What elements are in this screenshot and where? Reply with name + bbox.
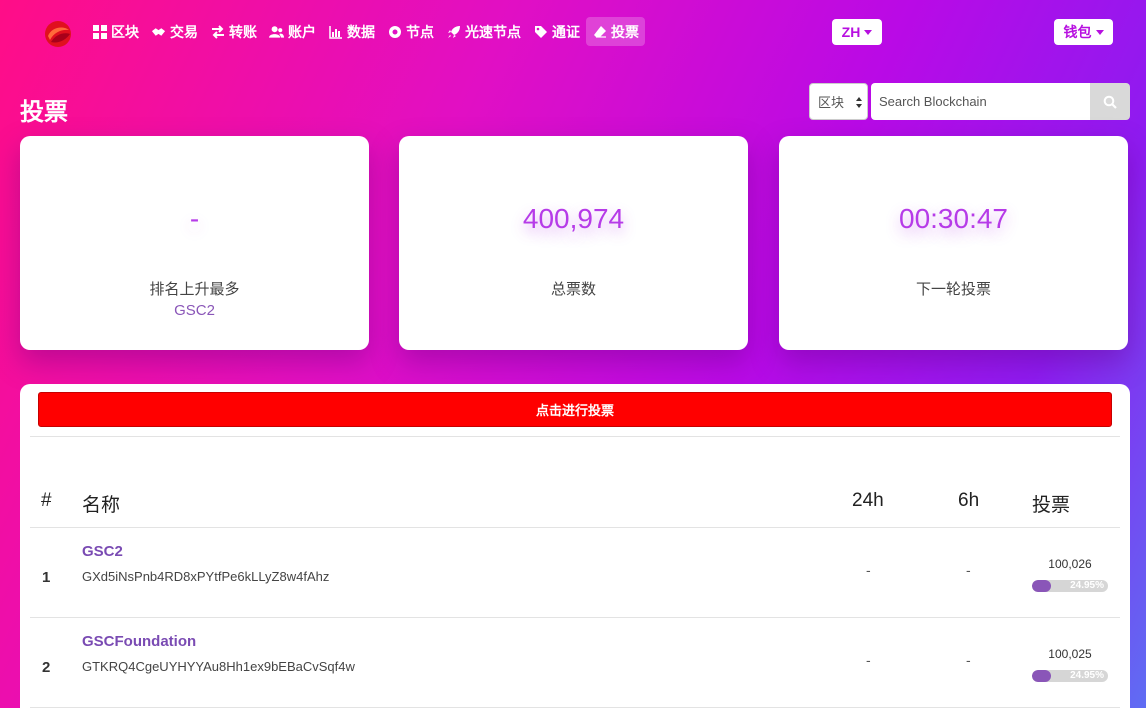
header-6h[interactable]: 6h xyxy=(958,490,979,512)
rocket-icon xyxy=(446,24,461,39)
nav-label: 投票 xyxy=(611,23,639,40)
row-address-link[interactable]: GTKRQ4CgeUYHYYAu8Hh1ex9bEBaCvSqf4w xyxy=(82,659,355,674)
vote-share-fill xyxy=(1032,670,1051,682)
row-6h: - xyxy=(966,652,971,668)
search-icon xyxy=(1103,95,1117,109)
bar-chart-icon xyxy=(328,24,343,39)
stat-label: 总票数 xyxy=(550,281,596,298)
vote-share-fill xyxy=(1032,580,1051,592)
nav-item-transfers[interactable]: 转账 xyxy=(204,17,263,46)
nav-item-votes[interactable]: 投票 xyxy=(586,17,645,46)
nav-label: 光速节点 xyxy=(465,23,521,40)
vote-share-percent: 24.95% xyxy=(1070,670,1104,681)
caret-down-icon xyxy=(864,29,873,35)
stat-label: 下一轮投票 xyxy=(915,281,991,298)
nav-item-accounts[interactable]: 账户 xyxy=(263,17,322,46)
nav-item-blocks[interactable]: 区块 xyxy=(86,17,145,46)
stat-card-next-round: 00:30:47 下一轮投票 xyxy=(779,136,1128,350)
nav-label: 区块 xyxy=(111,23,139,40)
row-24h: - xyxy=(866,562,871,578)
users-icon xyxy=(269,24,284,39)
nav-label: 节点 xyxy=(406,23,434,40)
stat-card-total-votes: 400,974 总票数 xyxy=(399,136,748,350)
stat-value: 400,974 xyxy=(522,203,625,234)
nav-item-data[interactable]: 数据 xyxy=(322,17,381,46)
nav-item-transactions[interactable]: 交易 xyxy=(145,17,204,46)
nav-item-tokens[interactable]: 通证 xyxy=(527,17,586,46)
vote-share-bar: 24.95% xyxy=(1032,670,1108,682)
row-name-link[interactable]: GSCFoundation xyxy=(82,633,196,650)
wallet-label: 钱包 xyxy=(1063,24,1092,40)
row-votes: 100,026 xyxy=(1048,557,1092,571)
language-dropdown[interactable]: ZH xyxy=(832,19,882,45)
language-label: ZH xyxy=(841,24,861,40)
stat-label: 排名上升最多 xyxy=(149,281,240,298)
row-rank: 1 xyxy=(42,569,51,586)
caret-down-icon xyxy=(1095,29,1104,35)
wallet-dropdown[interactable]: 钱包 xyxy=(1054,19,1113,45)
row-divider xyxy=(30,617,1120,618)
row-rank: 2 xyxy=(42,659,51,676)
stat-value: 00:30:47 xyxy=(899,203,1008,234)
search-type-value: 区块 xyxy=(818,95,845,110)
header-24h[interactable]: 24h xyxy=(852,490,884,512)
search-input[interactable]: Search Blockchain xyxy=(871,83,1091,120)
nav-item-lightspeed-nodes[interactable]: 光速节点 xyxy=(440,17,527,46)
nav-label: 通证 xyxy=(552,23,580,40)
grid-icon xyxy=(92,24,107,39)
vote-share-percent: 24.95% xyxy=(1070,580,1104,591)
header-rank: # xyxy=(41,490,52,511)
row-name-link[interactable]: GSC2 xyxy=(82,543,123,560)
nav-label: 账户 xyxy=(288,23,316,40)
nav-label: 转账 xyxy=(229,23,257,40)
eraser-icon xyxy=(592,24,607,39)
logo-icon[interactable] xyxy=(44,20,72,48)
search-type-select[interactable]: 区块 xyxy=(809,83,868,120)
header-votes[interactable]: 投票 xyxy=(1032,490,1070,517)
header-divider xyxy=(30,527,1120,528)
vote-share-bar: 24.95% xyxy=(1032,580,1108,592)
stat-value: - xyxy=(189,203,200,234)
divider xyxy=(30,436,1120,437)
row-votes: 100,025 xyxy=(1048,647,1092,661)
exchange-arrows-icon xyxy=(210,24,225,39)
stat-sub-link[interactable]: GSC2 xyxy=(20,302,369,319)
nav-label: 交易 xyxy=(170,23,198,40)
select-arrows-icon xyxy=(856,97,862,108)
handshake-icon xyxy=(151,24,166,39)
dot-circle-icon xyxy=(387,24,402,39)
search-placeholder: Search Blockchain xyxy=(879,94,987,109)
navbar: 区块 交易 转账 账户 数据 节点 光速节点 通证 投票 ZH 钱包 xyxy=(0,0,1146,64)
stat-card-top-riser: - 排名上升最多 GSC2 xyxy=(20,136,369,350)
row-6h: - xyxy=(966,562,971,578)
tag-icon xyxy=(533,24,548,39)
row-24h: - xyxy=(866,652,871,668)
row-address-link[interactable]: GXd5iNsPnb4RD8xPYtfPe6kLLyZ8w4fAhz xyxy=(82,569,329,584)
nav-item-nodes[interactable]: 节点 xyxy=(381,17,440,46)
start-voting-button[interactable]: 点击进行投票 xyxy=(38,392,1112,427)
page-title: 投票 xyxy=(20,99,68,126)
nav-label: 数据 xyxy=(347,23,375,40)
search-button[interactable] xyxy=(1090,83,1130,120)
header-name: 名称 xyxy=(82,495,121,516)
votes-panel: 点击进行投票 # 名称 24h 6h 投票 1 GSC2 GXd5iNsPnb4… xyxy=(20,384,1130,708)
